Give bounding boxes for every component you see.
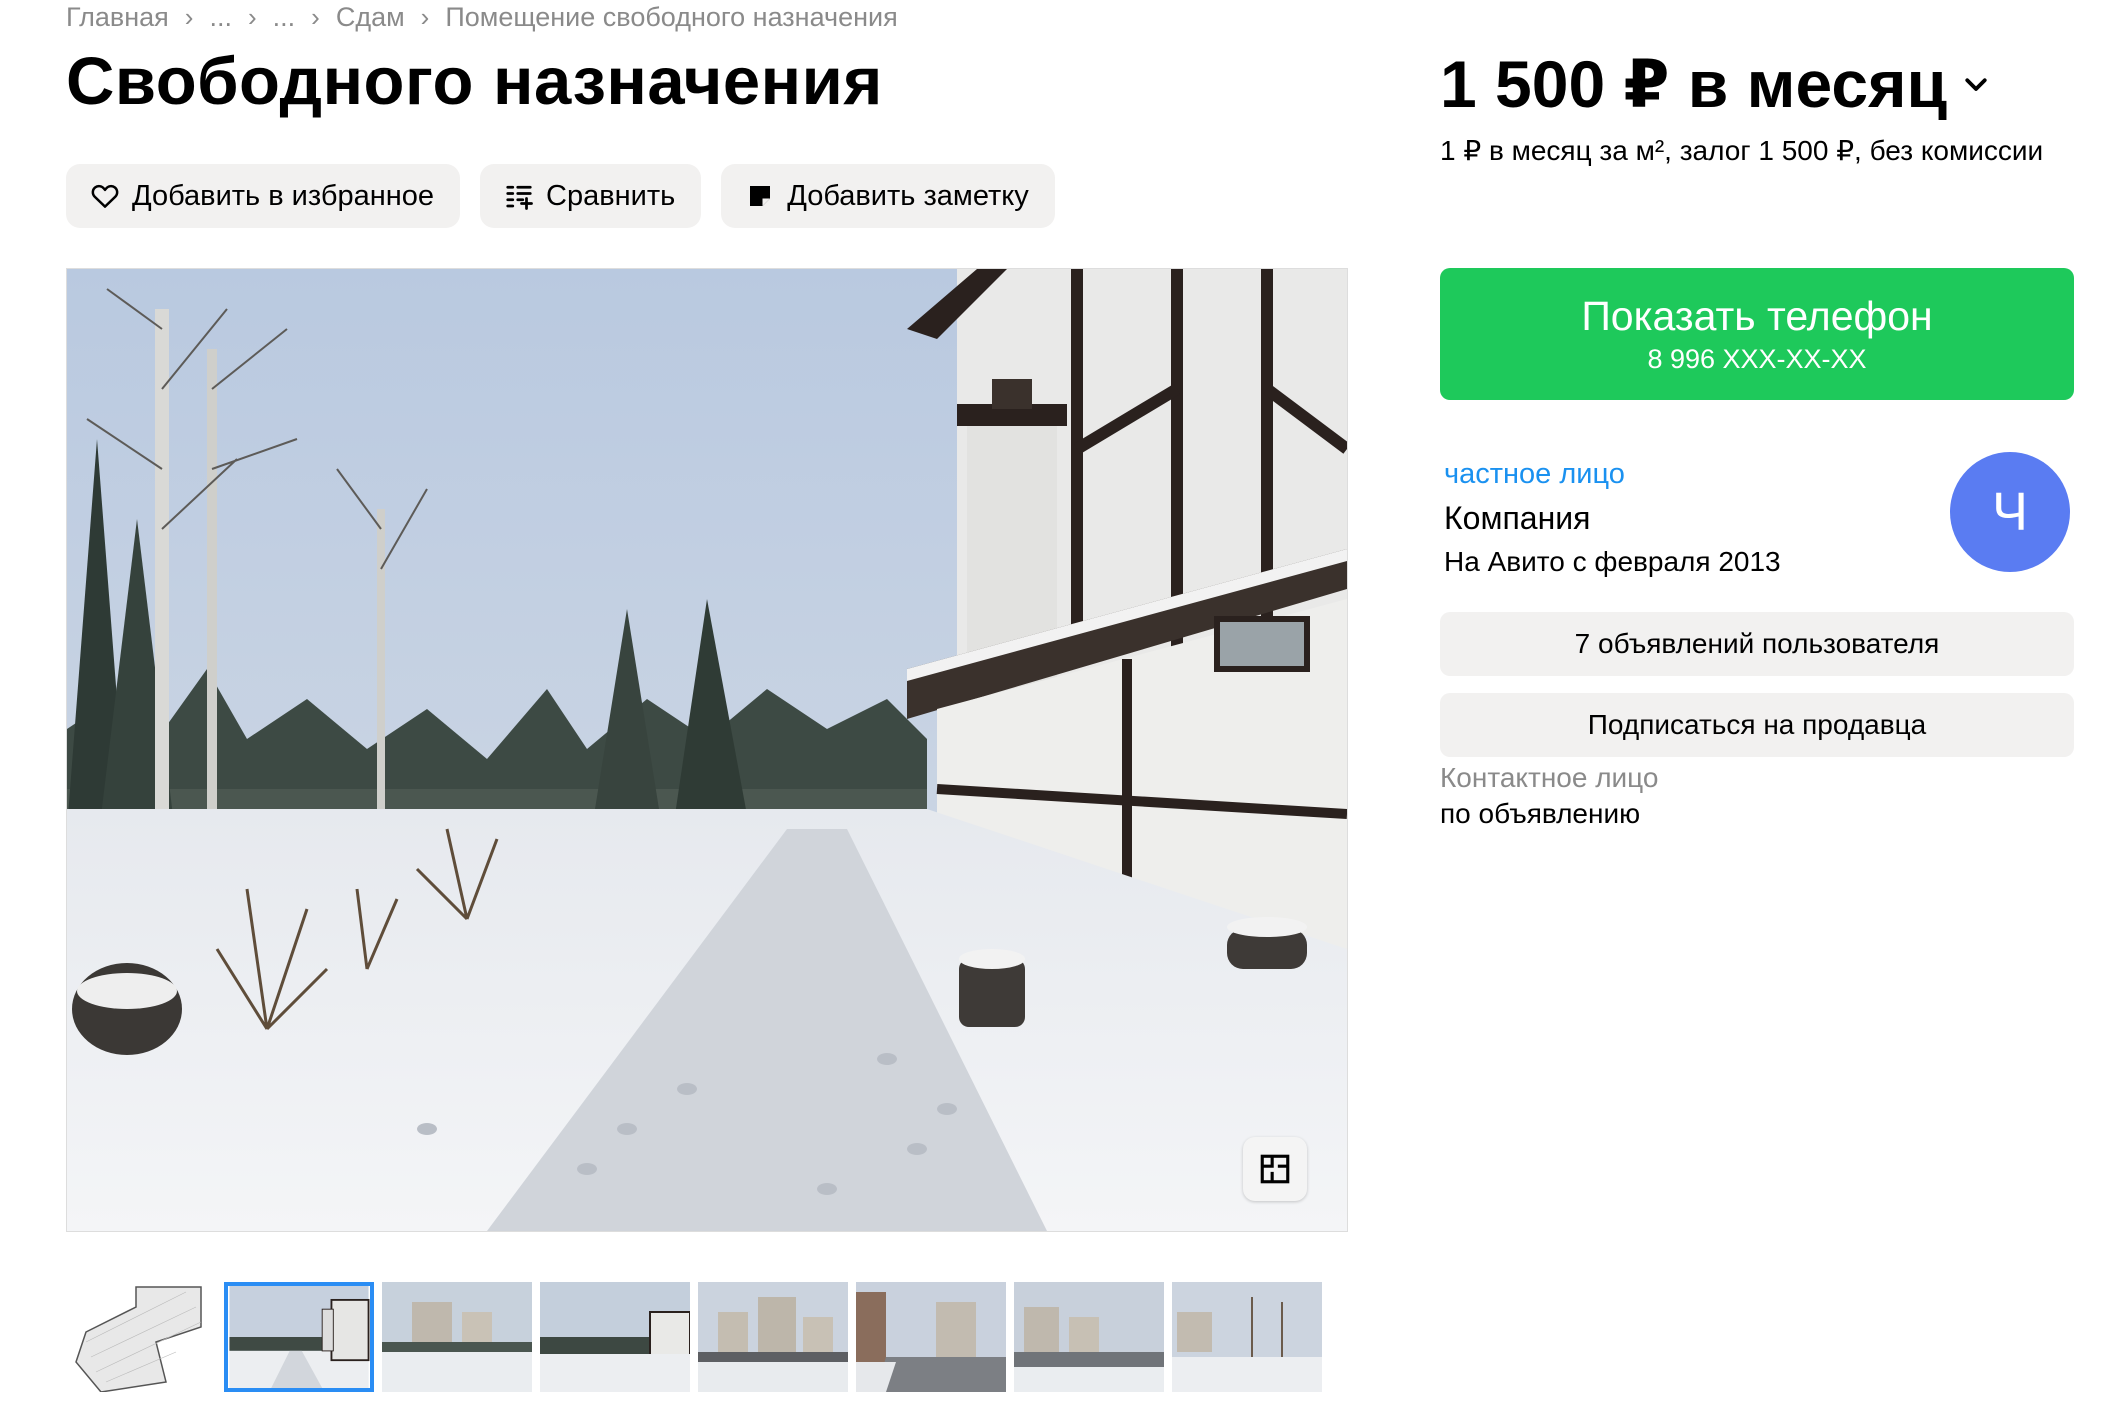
thumbnail-photo-5[interactable] [856, 1282, 1006, 1392]
listing-actions: Добавить в избранное Сравнить Добавить з… [66, 164, 1055, 228]
floor-plan-button[interactable] [1243, 1137, 1307, 1201]
add-to-favorites-button[interactable]: Добавить в избранное [66, 164, 461, 228]
thumbnail-photo-6[interactable] [1014, 1282, 1164, 1392]
compare-icon [506, 185, 533, 210]
avatar[interactable]: Ч [1950, 452, 2070, 572]
add-note-button[interactable]: Добавить заметку [721, 164, 1055, 228]
photo-4-thumbnail-image [698, 1282, 848, 1392]
main-photo[interactable] [66, 268, 1348, 1232]
photo-5-thumbnail-image [856, 1282, 1006, 1392]
photo-2-thumbnail-image [382, 1282, 532, 1392]
price-value: 1 500 ₽ в месяц [1440, 47, 1948, 121]
floor-plan-icon [1260, 1154, 1290, 1184]
thumbnail-photo-3[interactable] [540, 1282, 690, 1392]
breadcrumb-item-rent[interactable]: Сдам [336, 2, 405, 33]
breadcrumb-home[interactable]: Главная [66, 2, 169, 33]
chevron-down-icon[interactable] [1961, 69, 1991, 99]
breadcrumb: Главная › ... › ... › Сдам › Помещение с… [66, 0, 898, 34]
floor-plan-thumbnail-image [66, 1282, 216, 1392]
price-details: 1 ₽ в месяц за м², залог 1 500 ₽, без ко… [1440, 135, 2044, 166]
add-to-favorites-label: Добавить в избранное [132, 179, 435, 212]
photo-7-thumbnail-image [1172, 1282, 1322, 1392]
thumbnail-photo-4[interactable] [698, 1282, 848, 1392]
breadcrumb-separator: › [247, 1, 257, 32]
seller-type-link[interactable]: частное лицо [1444, 458, 1625, 491]
contact-person-label: Контактное лицо [1440, 762, 1659, 793]
show-phone-button[interactable]: Показать телефон 8 996 XXX-XX-XX [1440, 268, 2074, 400]
subscribe-seller-button[interactable]: Подписаться на продавца [1440, 693, 2074, 757]
note-icon [750, 186, 771, 206]
photo-1-thumbnail-image [229, 1286, 370, 1388]
thumbnail-photo-2[interactable] [382, 1282, 532, 1392]
seller-since: На Авито с февраля 2013 [1444, 546, 1781, 577]
thumbnail-photo-1[interactable] [224, 1282, 374, 1392]
breadcrumb-item[interactable]: ... [273, 2, 296, 33]
photo-thumbnails [66, 1282, 1322, 1392]
breadcrumb-separator: › [420, 1, 430, 32]
contact-person-value: по объявлению [1440, 798, 1641, 829]
thumbnail-photo-7[interactable] [1172, 1282, 1322, 1392]
show-phone-label: Показать телефон [1581, 293, 1933, 339]
compare-button[interactable]: Сравнить [480, 164, 702, 228]
user-listings-button[interactable]: 7 объявлений пользователя [1440, 612, 2074, 676]
breadcrumb-item-category[interactable]: Помещение свободного назначения [445, 2, 897, 33]
price-row[interactable]: 1 500 ₽ в месяц [1440, 44, 1991, 124]
add-note-label: Добавить заметку [787, 179, 1029, 212]
breadcrumb-item[interactable]: ... [209, 2, 232, 33]
breadcrumb-separator: › [311, 1, 320, 32]
photo-3-thumbnail-image [540, 1282, 690, 1392]
winter-yard-photo [67, 269, 1347, 1231]
seller-name[interactable]: Компания [1444, 500, 1590, 537]
photo-6-thumbnail-image [1014, 1282, 1164, 1392]
thumbnail-floor-plan[interactable] [66, 1282, 216, 1392]
heart-icon [91, 184, 119, 208]
page-title: Свободного назначения [66, 44, 883, 119]
compare-label: Сравнить [546, 179, 676, 212]
phone-number-masked: 8 996 XXX-XX-XX [1647, 344, 1867, 374]
breadcrumb-separator: › [184, 1, 194, 32]
